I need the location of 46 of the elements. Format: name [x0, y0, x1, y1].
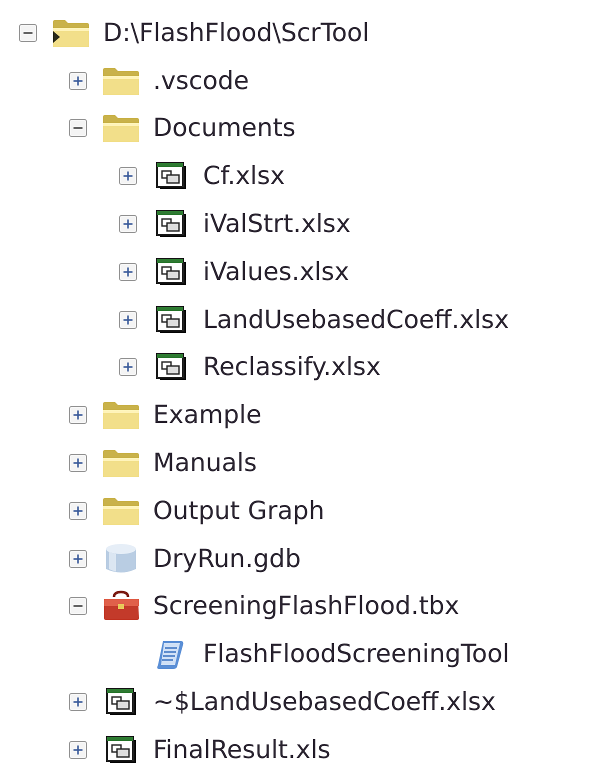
table-icon	[156, 306, 186, 334]
item-label[interactable]: ~$LandUsebasedCoeff.xlsx	[153, 687, 496, 718]
item-label[interactable]: iValues.xlsx	[203, 256, 350, 287]
table-icon	[106, 736, 136, 764]
folder-icon	[102, 113, 140, 144]
folder-icon	[52, 18, 90, 48]
folder-icon	[102, 448, 140, 478]
table-icon	[156, 258, 186, 286]
expander-toggle[interactable]	[69, 454, 87, 472]
item-label[interactable]: FlashFloodScreeningTool	[203, 639, 510, 670]
expander-toggle[interactable]	[69, 597, 87, 616]
expander-toggle[interactable]	[69, 693, 87, 712]
item-label[interactable]: ScreeningFlashFlood.tbx	[153, 591, 460, 622]
table-icon	[156, 353, 186, 382]
item-label[interactable]: Cf.xlsx	[203, 161, 285, 192]
table-icon	[156, 162, 186, 190]
table-icon	[156, 210, 186, 238]
item-label[interactable]: Manuals	[153, 448, 257, 478]
expander-toggle[interactable]	[119, 262, 137, 281]
item-label[interactable]: Output Graph	[153, 496, 324, 526]
expander-toggle[interactable]	[69, 406, 87, 424]
expander-toggle[interactable]	[69, 502, 87, 520]
expander-toggle[interactable]	[119, 167, 137, 186]
folder-icon	[102, 66, 140, 96]
expander-toggle[interactable]	[69, 740, 87, 759]
item-label[interactable]: iValStrt.xlsx	[203, 209, 351, 240]
item-label[interactable]: Documents	[153, 113, 296, 144]
item-label[interactable]: Reclassify.xlsx	[203, 352, 381, 382]
expander-toggle[interactable]	[69, 550, 87, 568]
folder-icon	[102, 496, 140, 526]
item-label[interactable]: FinalResult.xls	[153, 734, 331, 765]
expander-toggle[interactable]	[119, 358, 137, 376]
expander-toggle[interactable]	[69, 72, 87, 90]
expander-toggle[interactable]	[119, 310, 137, 329]
expander-toggle[interactable]	[119, 215, 137, 234]
item-label[interactable]: DryRun.gdb	[153, 544, 301, 574]
table-icon	[106, 688, 136, 716]
item-label[interactable]: Example	[153, 400, 262, 430]
expander-toggle[interactable]	[19, 24, 37, 42]
expander-toggle[interactable]	[69, 119, 87, 138]
item-label[interactable]: LandUsebasedCoeff.xlsx	[203, 304, 509, 335]
folder-icon	[102, 400, 140, 430]
item-label[interactable]: .vscode	[153, 66, 250, 96]
database-icon	[104, 542, 138, 575]
toolbox-icon	[101, 590, 141, 622]
item-label[interactable]: D:\FlashFlood\ScrTool	[103, 18, 370, 48]
